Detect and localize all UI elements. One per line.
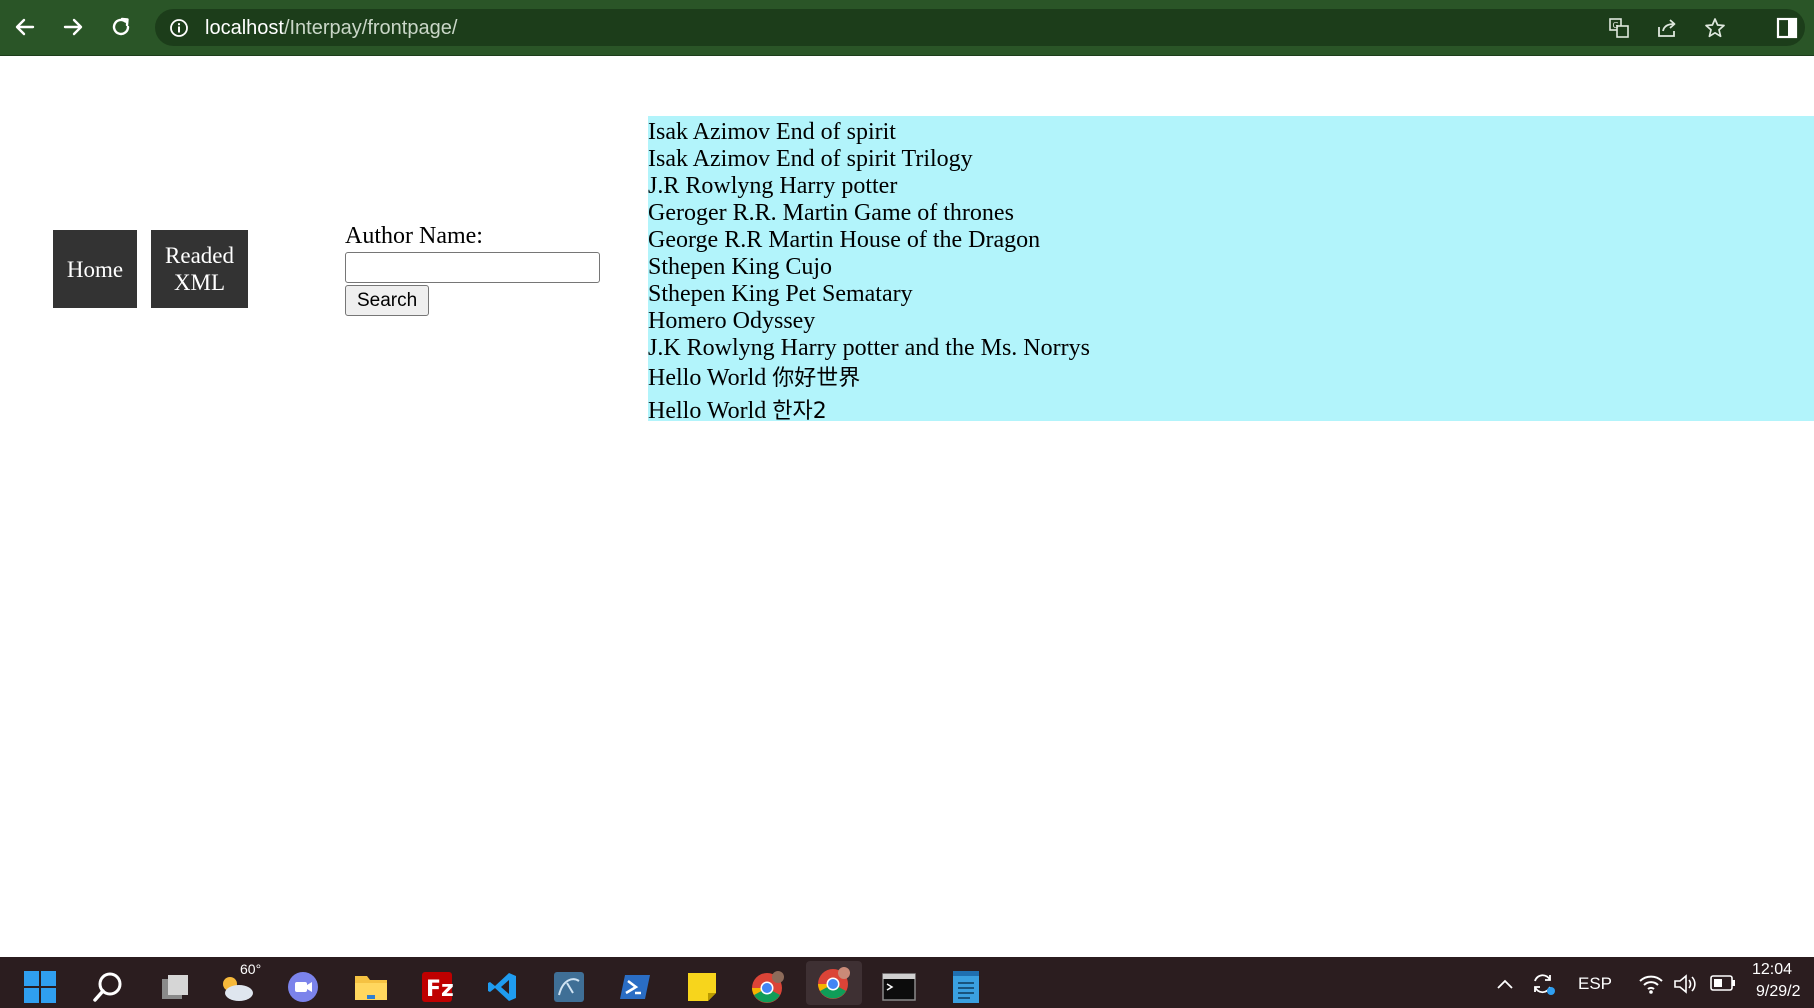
readed-xml-label-line2: XML: [173, 270, 226, 295]
list-item: Isak Azimov End of spirit: [648, 119, 896, 145]
chrome-icon: [752, 971, 784, 1003]
task-view-button[interactable]: [157, 969, 193, 1005]
list-item-cjk: 한자2: [772, 399, 827, 424]
book-list: Isak Azimov End of spirit Isak Azimov En…: [648, 116, 1814, 424]
terminal-icon: [882, 973, 916, 1001]
powershell-icon: [620, 975, 650, 999]
home-button-label: Home: [66, 256, 124, 282]
translate-icon[interactable]: G: [1607, 16, 1631, 40]
battery-button[interactable]: [1710, 974, 1736, 997]
browser-toolbar: localhost/Interpay/frontpage/ G: [0, 0, 1814, 56]
list-item-cjk: 你好世界: [772, 366, 861, 391]
terminal-button[interactable]: [881, 969, 917, 1005]
back-arrow-icon: [15, 18, 35, 36]
side-panel-button[interactable]: [1772, 13, 1802, 43]
volume-icon: [1674, 974, 1696, 994]
list-item: Sthepen King Pet Sematary: [648, 281, 913, 307]
filezilla-icon: Fz: [422, 972, 453, 1002]
forward-button[interactable]: [56, 10, 90, 44]
bookmark-star-icon[interactable]: [1703, 16, 1727, 40]
sync-icon: [1534, 974, 1555, 995]
wifi-button[interactable]: [1638, 973, 1664, 1000]
teams-chat-button[interactable]: [285, 969, 321, 1005]
list-item: Geroger R.R. Martin Game of thrones: [648, 200, 1014, 226]
reload-button[interactable]: [104, 10, 138, 44]
page-content: Home Readed XML Author Name: Search Isak…: [0, 56, 1814, 957]
vscode-icon: [488, 973, 516, 1001]
url-host: localhost: [205, 17, 284, 39]
mysql-workbench-icon: [554, 972, 584, 1002]
language-indicator[interactable]: ESP: [1578, 974, 1612, 994]
readed-xml-label-line1: Readed: [165, 243, 234, 268]
list-item: Hello World 你好世界: [648, 362, 1814, 395]
volume-button[interactable]: [1673, 973, 1699, 1000]
chrome-active-button[interactable]: [806, 961, 862, 1005]
address-bar[interactable]: localhost/Interpay/frontpage/ G: [155, 9, 1805, 46]
windows-logo-icon: [24, 971, 56, 1003]
clock-time[interactable]: 12:04: [1752, 961, 1792, 979]
chevron-up-icon: [1497, 979, 1513, 989]
author-name-input[interactable]: [345, 252, 600, 283]
list-item: J.R Rowlyng Harry potter: [648, 173, 898, 199]
notepad-button[interactable]: [948, 969, 984, 1005]
url-path: /Interpay/frontpage/: [283, 17, 458, 39]
chrome-icon: [818, 967, 850, 999]
battery-icon: [1710, 975, 1735, 991]
reload-icon: [112, 17, 130, 36]
taskbar: 60° Fz ESP 12:04 9/29/2: [0, 957, 1814, 1008]
vscode-button[interactable]: [484, 969, 520, 1005]
svg-text:G: G: [1613, 21, 1619, 30]
home-button[interactable]: Home: [53, 230, 137, 308]
list-item-latin: Hello World: [648, 365, 773, 391]
list-item: Sthepen King Cujo: [648, 254, 832, 280]
wifi-icon: [1639, 975, 1663, 994]
url-text[interactable]: localhost/Interpay/frontpage/: [205, 16, 457, 40]
search-button[interactable]: Search: [345, 285, 430, 316]
list-item: J.K Rowlyng Harry potter and the Ms. Nor…: [648, 335, 1090, 361]
readed-xml-button[interactable]: Readed XML: [151, 230, 248, 308]
forward-arrow-icon: [63, 18, 83, 36]
svg-text:Fz: Fz: [426, 977, 453, 1002]
author-search-form: Author Name: Search: [345, 222, 600, 316]
show-hidden-icons-button[interactable]: [1496, 976, 1514, 996]
search-icon: [93, 972, 122, 1002]
filezilla-button[interactable]: Fz: [419, 969, 455, 1005]
back-button[interactable]: [8, 10, 42, 44]
chrome-button[interactable]: [750, 969, 786, 1005]
search-taskbar-button[interactable]: [90, 969, 126, 1005]
clock-date[interactable]: 9/29/2: [1756, 983, 1800, 1001]
sync-status-button[interactable]: [1530, 972, 1556, 1001]
sticky-note-icon: [688, 973, 716, 1001]
video-chat-icon: [288, 972, 318, 1002]
sticky-notes-button[interactable]: [684, 969, 720, 1005]
weather-temperature: 60°: [240, 961, 262, 977]
list-item: Isak Azimov End of spirit Trilogy: [648, 146, 973, 172]
mysql-workbench-button[interactable]: [551, 969, 587, 1005]
start-button[interactable]: [22, 969, 58, 1005]
task-view-icon: [162, 975, 188, 999]
list-item-latin: Hello World: [648, 398, 773, 424]
side-panel-icon: [1776, 17, 1798, 39]
file-explorer-button[interactable]: [353, 969, 389, 1005]
notepad-icon: [953, 971, 979, 1003]
author-name-label: Author Name:: [345, 223, 483, 249]
share-icon[interactable]: [1655, 16, 1679, 40]
list-item: George R.R Martin House of the Dragon: [648, 227, 1041, 253]
list-item: Homero Odyssey: [648, 308, 816, 334]
site-info-icon[interactable]: [169, 18, 189, 38]
powershell-button[interactable]: [617, 969, 653, 1005]
folder-icon: [355, 976, 387, 1000]
list-item: Hello World 한자2: [648, 395, 1814, 428]
